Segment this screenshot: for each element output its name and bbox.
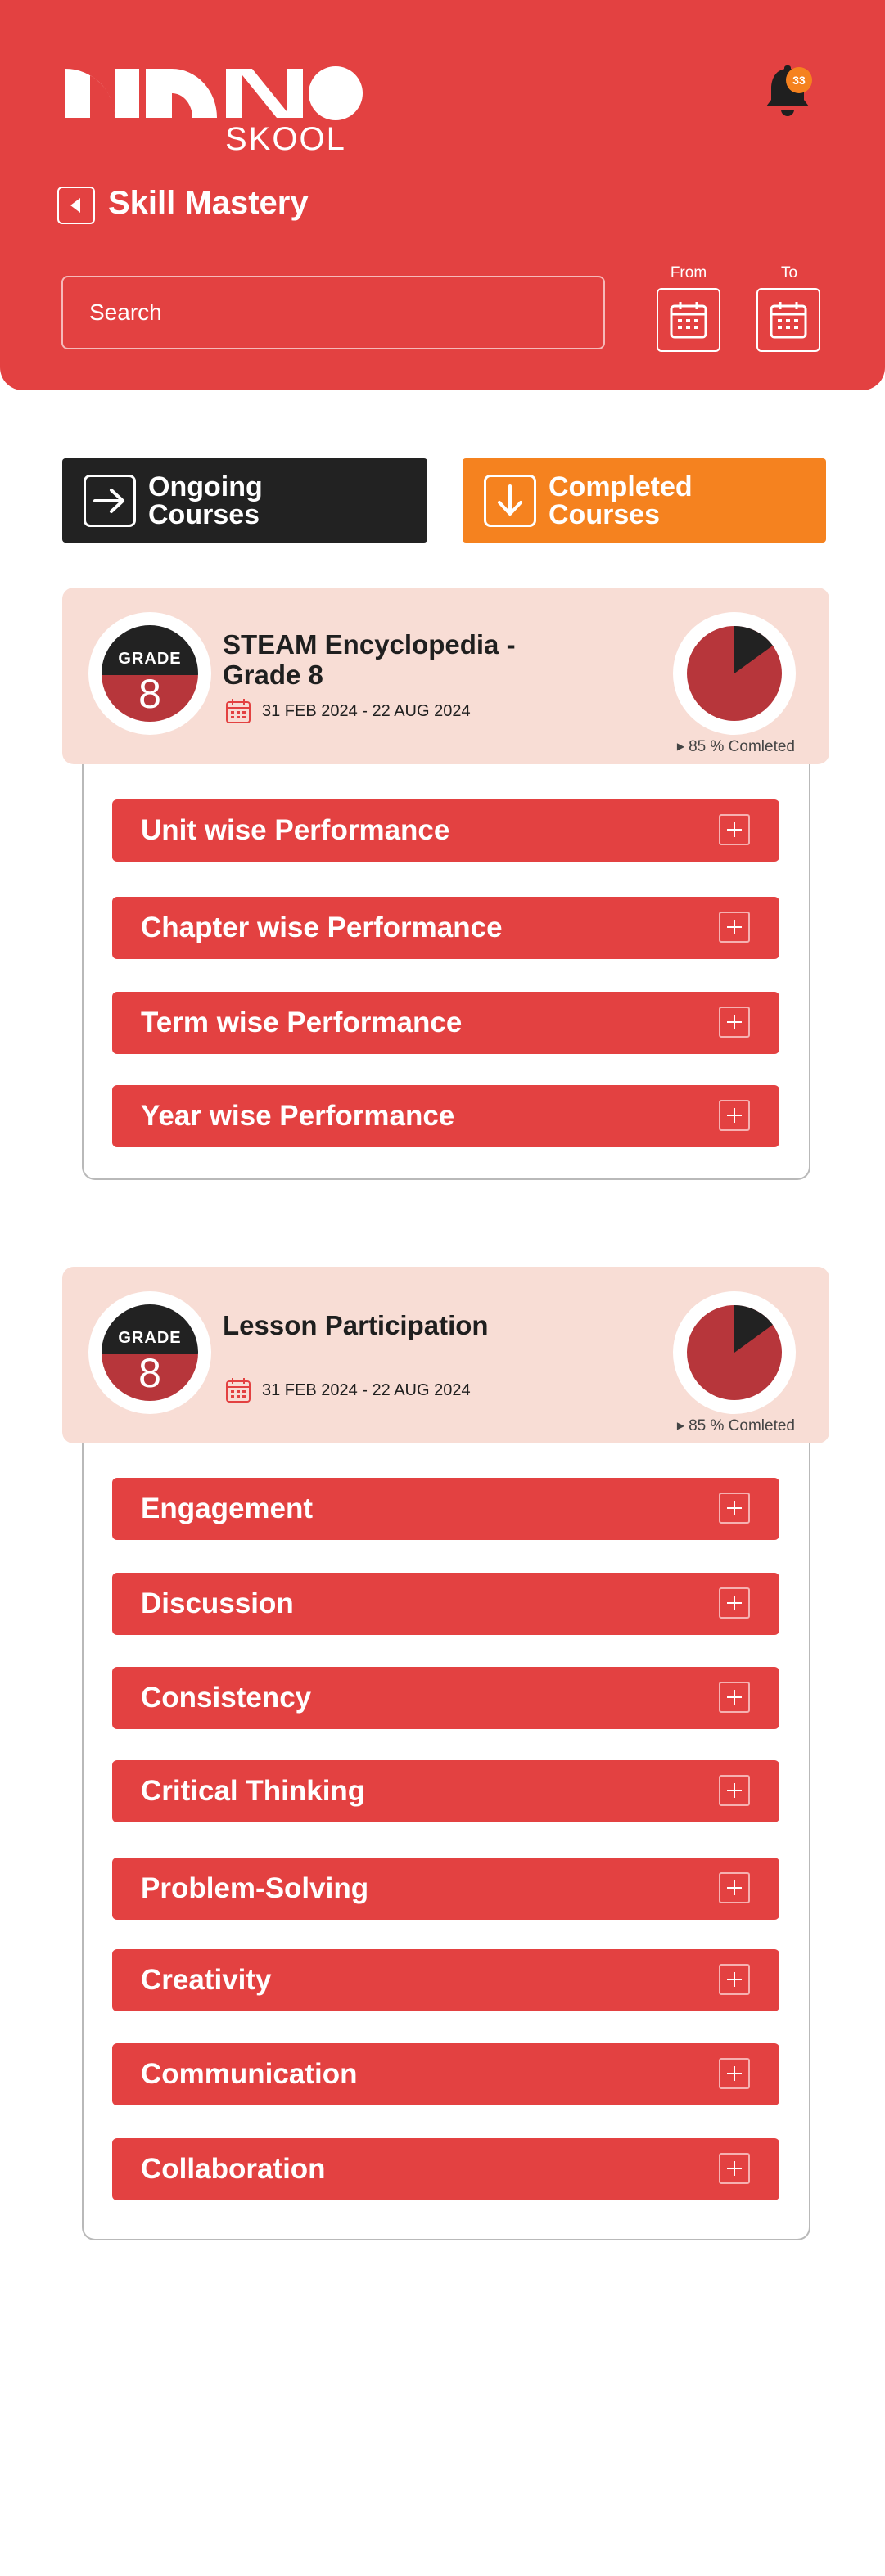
plus-icon [719, 2153, 750, 2184]
from-date-button[interactable] [657, 288, 720, 352]
grade-badge: GRADE 8 [88, 612, 211, 735]
plus-icon [719, 814, 750, 845]
arrow-down-icon [484, 474, 536, 527]
accordion-discussion[interactable]: Discussion [112, 1573, 779, 1635]
accordion-chapter-wise-performance[interactable]: Chapter wise Performance [112, 897, 779, 959]
completion-pie-chart [673, 612, 796, 735]
to-label: To [780, 264, 798, 281]
back-button[interactable] [57, 187, 95, 224]
accordion-consistency[interactable]: Consistency [112, 1667, 779, 1729]
course-title: Lesson Participation [223, 1310, 489, 1340]
app-header: SKOOL 33 Skill Mastery From To [0, 0, 885, 390]
arrow-right-icon [84, 474, 136, 527]
accordion-problem-solving[interactable]: Problem-Solving [112, 1858, 779, 1920]
calendar-icon [770, 302, 807, 339]
accordion-critical-thinking[interactable]: Critical Thinking [112, 1760, 779, 1822]
search-input[interactable] [61, 276, 605, 349]
plus-icon [719, 1872, 750, 1903]
accordion-engagement[interactable]: Engagement [112, 1478, 779, 1540]
plus-icon [719, 1964, 750, 1995]
accordion-year-wise-performance[interactable]: Year wise Performance [112, 1085, 779, 1147]
accordion-collaboration[interactable]: Collaboration [112, 2138, 779, 2200]
completion-status: ▶ 85 % Comleted [676, 1417, 795, 1434]
calendar-icon [226, 699, 251, 723]
to-date-button[interactable] [756, 288, 820, 352]
completion-pie-chart [673, 1291, 796, 1414]
tab-completed-courses[interactable]: Completed Courses [463, 458, 826, 543]
from-label: From [670, 264, 707, 281]
course-card-header[interactable]: GRADE 8 STEAM Encyclopedia - Grade 8 31 … [62, 588, 829, 764]
plus-icon [719, 1587, 750, 1619]
calendar-icon [226, 1378, 251, 1403]
course-date-range: 31 FEB 2024 - 22 AUG 2024 [224, 697, 471, 725]
course-date-range: 31 FEB 2024 - 22 AUG 2024 [224, 1376, 471, 1404]
accordion-creativity[interactable]: Creativity [112, 1949, 779, 2011]
course-card-header[interactable]: GRADE 8 Lesson Participation 31 FEB 2024… [62, 1267, 829, 1443]
accordion-unit-wise-performance[interactable]: Unit wise Performance [112, 799, 779, 862]
plus-icon [719, 2058, 750, 2089]
grade-badge: GRADE 8 [88, 1291, 211, 1414]
plus-icon [719, 1007, 750, 1038]
plus-icon [719, 1775, 750, 1806]
calendar-icon [670, 302, 707, 339]
page-title: Skill Mastery [108, 185, 309, 221]
back-arrow-icon [70, 198, 80, 213]
tab-label: Completed Courses [549, 471, 693, 530]
notification-count-badge: 33 [786, 67, 812, 93]
plus-icon [719, 1100, 750, 1131]
plus-icon [719, 1493, 750, 1524]
plus-icon [719, 912, 750, 943]
accordion-term-wise-performance[interactable]: Term wise Performance [112, 992, 779, 1054]
completion-status: ▶ 85 % Comleted [676, 738, 795, 755]
course-title: STEAM Encyclopedia - Grade 8 [223, 629, 516, 690]
tab-ongoing-courses[interactable]: Ongoing Courses [62, 458, 427, 543]
accordion-communication[interactable]: Communication [112, 2043, 779, 2105]
logo-subtitle: SKOOL [225, 121, 346, 157]
plus-icon [719, 1682, 750, 1713]
tab-label: Ongoing Courses [148, 471, 263, 530]
